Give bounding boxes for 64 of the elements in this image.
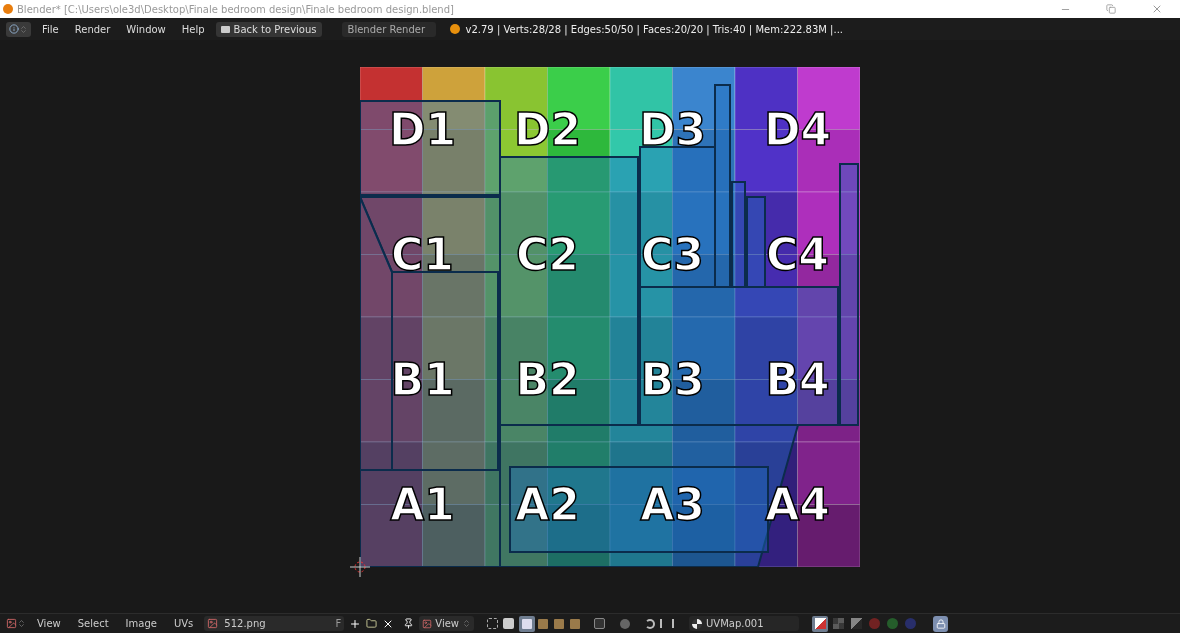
info-icon: [9, 24, 19, 34]
editor-type-button[interactable]: [6, 21, 31, 37]
pin-icon[interactable]: [403, 618, 415, 629]
fake-user-button[interactable]: F: [335, 616, 342, 631]
updown-icon: [462, 619, 472, 628]
grid-label: B4: [765, 357, 830, 402]
face-select-icon: [554, 618, 565, 629]
uv-map-icon: [692, 618, 703, 629]
alpha-icon: [850, 618, 862, 629]
back-icon: [220, 25, 230, 33]
menu-item[interactable]: Image: [119, 616, 163, 631]
grid-label: C1: [391, 232, 454, 277]
menu-item[interactable]: UVs: [167, 616, 200, 631]
menu-item[interactable]: Window: [121, 21, 171, 37]
grid-label: B1: [390, 357, 455, 402]
lock-button[interactable]: [933, 615, 949, 632]
view-mode-dropdown[interactable]: View: [419, 616, 475, 631]
grid-label: D2: [513, 107, 582, 152]
editor-type-button[interactable]: [6, 616, 26, 631]
menu-item[interactable]: Select: [71, 616, 115, 631]
checker-icon: [832, 618, 844, 629]
edge-select-icon: [538, 618, 549, 629]
grid-label: C2: [516, 232, 579, 277]
grid-label: B2: [515, 357, 580, 402]
alpha-button[interactable]: [848, 615, 865, 632]
render-engine-dropdown[interactable]: Blender Render: [341, 21, 436, 37]
updown-icon: [17, 619, 26, 628]
image-browse-icon[interactable]: [207, 618, 219, 629]
image-icon: [6, 618, 17, 629]
grid-label: A1: [390, 482, 455, 527]
menu-item[interactable]: Help: [176, 21, 210, 37]
image-icon: [422, 618, 433, 629]
grid-label: D4: [763, 107, 832, 152]
menu-item[interactable]: Render: [69, 21, 116, 37]
close-icon: [1151, 3, 1163, 15]
color-alpha-button[interactable]: [812, 615, 829, 632]
grid-label: C4: [766, 232, 829, 277]
grid-label: D1: [388, 107, 457, 152]
vertex-select-button[interactable]: [519, 615, 536, 632]
grid-label: C3: [641, 232, 704, 277]
new-image-icon[interactable]: [349, 617, 362, 630]
back-to-previous-button[interactable]: Back to Previous: [215, 21, 322, 37]
open-image-icon[interactable]: [366, 618, 378, 629]
channel-icon: [868, 618, 880, 629]
image-name-field[interactable]: 512.png: [224, 616, 330, 631]
window-title: Blender* [C:\Users\ole3d\Desktop\Finale bedroom design\Finale bedroom design.blend]: [17, 2, 454, 17]
lock-icon: [935, 618, 946, 629]
grid-label: A3: [640, 482, 705, 527]
island-select-icon: [570, 618, 581, 629]
channel-icon: [904, 618, 916, 629]
menu-item[interactable]: File: [37, 21, 64, 37]
color-alpha-icon: [814, 618, 826, 629]
2d-cursor-icon: [350, 557, 370, 577]
grid-label: A2: [515, 482, 580, 527]
channel-icon: [886, 618, 898, 629]
updown-icon: [19, 24, 28, 34]
scene-stats: v2.79 | Verts:28/28 | Edges:50/50 | Faces:20/20 | Tris:40 | Mem:222.83M |...: [465, 22, 843, 37]
grid-label: B3: [640, 357, 705, 402]
restore-icon: [1106, 4, 1116, 14]
vertex-select-icon: [522, 618, 533, 629]
grid-label: D3: [638, 107, 707, 152]
checker-button[interactable]: [830, 615, 847, 632]
menu-item[interactable]: View: [31, 616, 67, 631]
grid-label: A4: [765, 482, 830, 527]
